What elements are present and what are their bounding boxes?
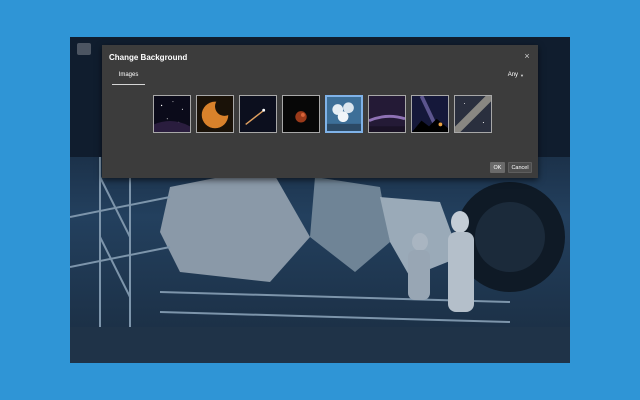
filter-select-value: Any — [507, 72, 519, 78]
thumbnail-milky-way-mountains[interactable] — [411, 95, 449, 133]
thumbnail-lunar-eclipse[interactable] — [282, 95, 320, 133]
close-icon[interactable]: × — [522, 51, 532, 61]
app-badge-icon — [77, 43, 91, 55]
dialog-title: Change Background — [109, 53, 188, 62]
thumbnail-grid — [153, 95, 492, 133]
thumbnail-milky-way-core[interactable] — [454, 95, 492, 133]
ok-button[interactable]: OK — [490, 162, 505, 173]
thumbnail-galaxy-horizon[interactable] — [368, 95, 406, 133]
thumbnail-starry-sky[interactable] — [153, 95, 191, 133]
chevron-down-icon: ▼ — [520, 72, 524, 78]
thumbnail-radio-telescope-dishes[interactable] — [325, 95, 363, 133]
change-background-dialog: Change Background × Images Any ▼ OK Canc… — [102, 45, 538, 178]
thumbnail-comet[interactable] — [239, 95, 277, 133]
tab-images[interactable]: Images — [112, 72, 145, 85]
thumbnail-partial-solar-eclipse[interactable] — [196, 95, 234, 133]
cancel-button[interactable]: Cancel — [508, 162, 532, 173]
filter-select[interactable]: Any ▼ — [508, 72, 524, 78]
